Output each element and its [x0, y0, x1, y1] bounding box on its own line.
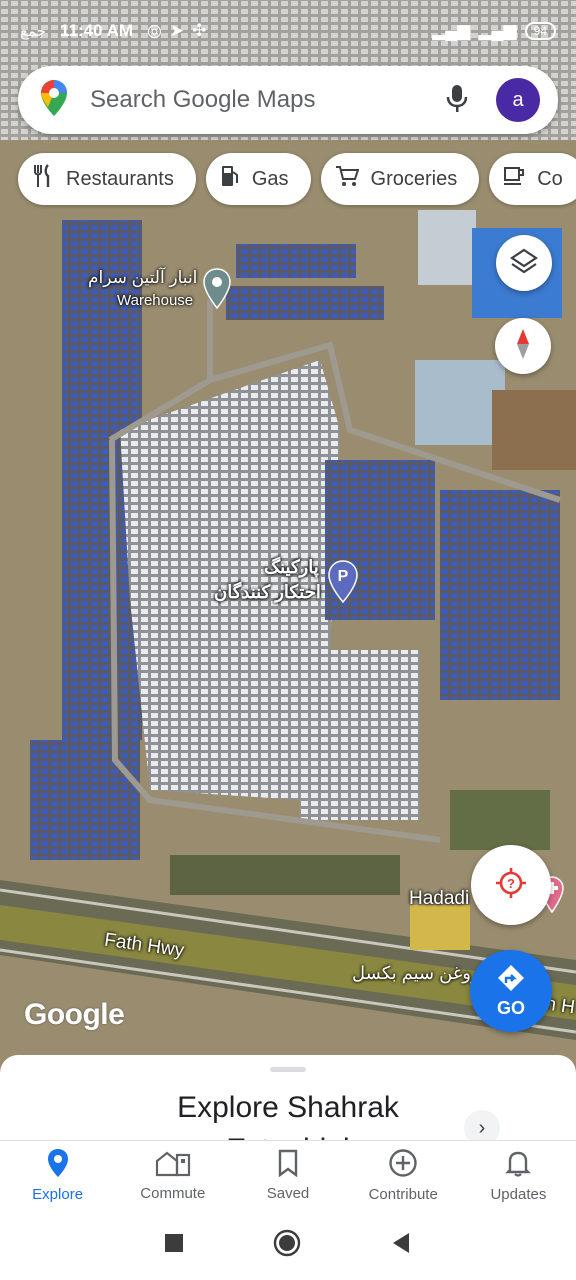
- chip-gas[interactable]: Gas: [205, 153, 311, 205]
- nav-label: Explore: [32, 1186, 84, 1203]
- home-icon[interactable]: [273, 1229, 301, 1262]
- layers-button[interactable]: [496, 235, 552, 291]
- fork-knife-icon: [32, 164, 54, 194]
- compass-button[interactable]: [495, 318, 551, 374]
- chip-groceries[interactable]: Groceries: [320, 153, 480, 205]
- nav-commute[interactable]: Commute: [115, 1141, 230, 1210]
- nav-contribute[interactable]: Contribute: [346, 1141, 461, 1210]
- chip-label: Restaurants: [66, 167, 174, 190]
- nav-explore[interactable]: Explore: [0, 1141, 115, 1210]
- parking-label-line2: احتکار کنندگان: [214, 582, 321, 602]
- layers-icon: [510, 247, 538, 280]
- directions-icon: [496, 963, 526, 998]
- warehouse-label-fa: انبار آلتین سرام: [88, 268, 198, 287]
- coffee-icon: [503, 166, 525, 192]
- status-time: 11:40 AM: [59, 21, 134, 40]
- signal-icon: ▂▄▆: [432, 21, 471, 40]
- bottom-navigation: Explore Commute Saved Contribute Updates: [0, 1140, 576, 1210]
- google-maps-logo-icon: [40, 79, 68, 122]
- compass-icon: [511, 327, 535, 366]
- nav-label: Updates: [490, 1186, 547, 1203]
- signal-icon-2: ▂▄▆: [478, 21, 517, 40]
- back-icon[interactable]: [391, 1232, 411, 1259]
- nav-label: Commute: [140, 1185, 206, 1202]
- search-bar[interactable]: Search Google Maps a: [18, 66, 558, 134]
- svg-text:?: ?: [507, 876, 515, 891]
- nav-updates[interactable]: Updates: [461, 1141, 576, 1210]
- telegram-icon: ➤: [169, 21, 185, 40]
- status-left-text: جمع: [20, 23, 46, 40]
- nav-label: Contribute: [368, 1186, 438, 1203]
- gas-pump-icon: [220, 164, 240, 194]
- commute-icon: [155, 1149, 191, 1181]
- chip-label: Gas: [251, 167, 289, 190]
- microphone-icon[interactable]: [446, 83, 468, 118]
- category-chips: Restaurants Gas Groceries Co: [18, 153, 576, 205]
- chip-coffee[interactable]: Co: [489, 153, 576, 205]
- nav-label: Saved: [266, 1185, 310, 1202]
- go-button[interactable]: GO: [470, 950, 552, 1032]
- add-circle-icon: [388, 1148, 418, 1182]
- google-logo: Google: [24, 998, 125, 1031]
- chip-restaurants[interactable]: Restaurants: [18, 153, 196, 205]
- app-notification-icon: ✣: [192, 21, 207, 40]
- nav-saved[interactable]: Saved: [230, 1141, 345, 1210]
- bookmark-icon: [277, 1149, 299, 1181]
- shop-label-fa: روغن سیم بکسل: [352, 963, 480, 983]
- sheet-drag-handle[interactable]: [270, 1067, 306, 1072]
- account-avatar[interactable]: a: [496, 78, 540, 122]
- chip-label: Co: [537, 167, 563, 190]
- go-label: GO: [496, 998, 525, 1018]
- hadadi-label: Hadadi: [409, 888, 470, 909]
- my-location-button[interactable]: ?: [471, 845, 551, 925]
- recents-icon[interactable]: [165, 1233, 183, 1257]
- chip-label: Groceries: [370, 167, 458, 190]
- cart-icon: [335, 165, 359, 193]
- system-navigation-bar: [0, 1210, 576, 1280]
- bell-icon: [505, 1148, 532, 1182]
- battery-icon: 94: [524, 22, 556, 40]
- parking-label-line1: پارکینگ: [264, 557, 319, 577]
- search-input[interactable]: Search Google Maps: [90, 86, 446, 114]
- explore-pin-icon: [47, 1148, 69, 1182]
- instagram-icon: ◎: [147, 21, 162, 40]
- svg-text:P: P: [338, 568, 349, 585]
- my-location-icon: ?: [494, 866, 528, 905]
- status-bar: جمع 11:40 AM ◎ ➤ ✣ ▂▄▆ ▂▄▆ 94: [0, 0, 576, 62]
- warehouse-label-en: Warehouse: [117, 292, 194, 309]
